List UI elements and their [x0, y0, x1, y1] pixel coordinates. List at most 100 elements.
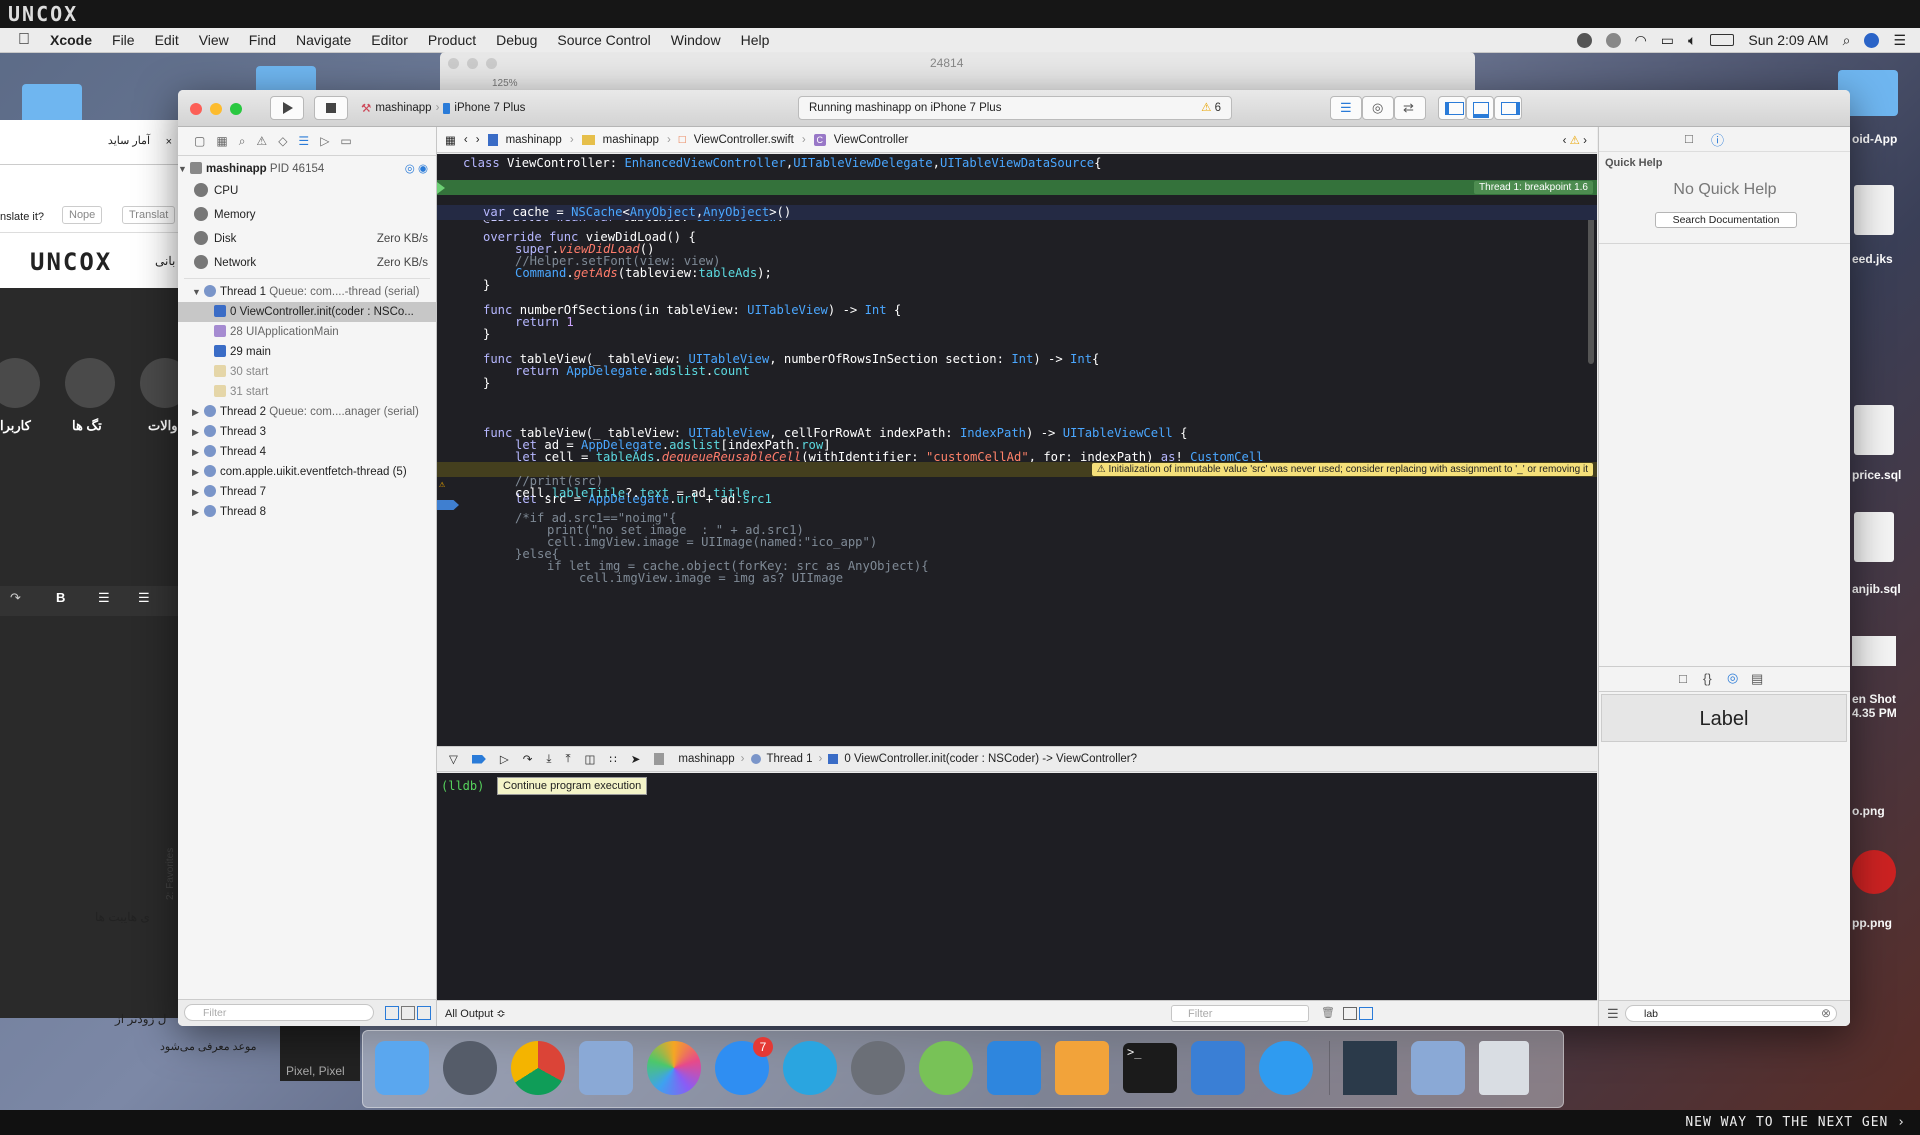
- stack-frame[interactable]: 28 UIApplicationMain: [178, 322, 436, 342]
- previous-issue-icon[interactable]: ‹: [1563, 135, 1567, 147]
- disclosure-closed-icon[interactable]: ▶: [192, 402, 204, 422]
- filter-option-icon[interactable]: [417, 1006, 431, 1020]
- warning-count[interactable]: ⚠ 6: [1201, 97, 1221, 119]
- folder-icon[interactable]: ▢: [194, 134, 205, 148]
- bold-button[interactable]: B: [56, 590, 65, 605]
- thread-row[interactable]: ▶ com.apple.uikit.eventfetch-thread (5): [178, 462, 436, 482]
- breakpoint-icon[interactable]: ▷: [320, 134, 329, 148]
- view-debugger-icon[interactable]: ◫: [585, 752, 596, 766]
- photos-icon[interactable]: [647, 1041, 701, 1095]
- clock[interactable]: Sun 2:09 AM: [1748, 32, 1828, 48]
- scheme-app[interactable]: mashinapp: [375, 102, 431, 114]
- align-center-button[interactable]: ☰: [98, 590, 110, 606]
- symbol-icon[interactable]: ▦: [216, 134, 227, 148]
- report-icon[interactable]: ▭: [340, 134, 351, 148]
- desktop-file-label[interactable]: anjib.sql: [1852, 582, 1901, 596]
- toggle-utilities-button[interactable]: [1494, 96, 1522, 120]
- desktop-file-icon[interactable]: [1854, 512, 1894, 562]
- status-app-icon[interactable]: [1605, 32, 1621, 48]
- volume-icon[interactable]: 🔈︎: [1688, 32, 1696, 49]
- siri-icon[interactable]: [1864, 32, 1880, 48]
- assistant-editor-button[interactable]: ◎: [1362, 96, 1394, 120]
- disclosure-closed-icon[interactable]: ▶: [192, 442, 204, 462]
- memory-graph-icon[interactable]: ∷: [609, 752, 616, 766]
- disclosure-closed-icon[interactable]: ▶: [192, 482, 204, 502]
- desktop-file-label[interactable]: price.sql: [1852, 468, 1901, 482]
- battery-icon[interactable]: [1710, 34, 1735, 46]
- split-view-icon[interactable]: [1343, 1007, 1357, 1020]
- zoom-button[interactable]: [230, 103, 242, 115]
- desktop-file-icon[interactable]: [1852, 636, 1896, 666]
- menu-file[interactable]: File: [102, 32, 145, 48]
- menu-navigate[interactable]: Navigate: [286, 32, 361, 48]
- menu-editor[interactable]: Editor: [361, 32, 418, 48]
- jump-crumb-file[interactable]: ViewController.swift: [694, 134, 794, 146]
- thread-row[interactable]: ▶ Thread 2 Queue: com....anager (serial): [178, 402, 436, 422]
- search-documentation-button[interactable]: Search Documentation: [1655, 212, 1797, 228]
- finder-icon[interactable]: [375, 1041, 429, 1095]
- next-issue-icon[interactable]: ›: [1583, 135, 1587, 147]
- file-inspector-icon[interactable]: □: [1685, 131, 1693, 146]
- menu-edit[interactable]: Edit: [145, 32, 189, 48]
- debug-crumb-app[interactable]: mashinapp: [678, 753, 734, 765]
- gauge-disk[interactable]: Disk Zero KB/s: [178, 227, 436, 251]
- background-window-close[interactable]: [448, 58, 459, 69]
- thread-row[interactable]: ▶ Thread 7: [178, 482, 436, 502]
- hide-debug-area-icon[interactable]: ▽: [449, 752, 458, 766]
- browser-tab-label[interactable]: آمار ساید: [108, 135, 150, 147]
- background-window-zoom[interactable]: [486, 58, 497, 69]
- wifi-icon[interactable]: ◠: [1635, 32, 1647, 49]
- console-filter-input[interactable]: Filter: [1171, 1005, 1309, 1022]
- disclosure-closed-icon[interactable]: ▶: [192, 502, 204, 522]
- menu-help[interactable]: Help: [731, 32, 780, 48]
- menu-product[interactable]: Product: [418, 32, 486, 48]
- trash-icon[interactable]: [1479, 1041, 1529, 1095]
- menu-xcode[interactable]: Xcode: [40, 32, 102, 48]
- thread-row[interactable]: ▶ Thread 8: [178, 502, 436, 522]
- output-selector[interactable]: All Output ≎: [445, 1007, 506, 1020]
- jump-crumb-symbol[interactable]: ViewController: [834, 134, 909, 146]
- pixel-thumbnail[interactable]: Pixel, Pixel: [280, 1026, 360, 1081]
- stack-frame[interactable]: 30 start: [178, 362, 436, 382]
- forward-icon[interactable]: ›: [476, 134, 480, 146]
- toggle-debug-area-button[interactable]: [1466, 96, 1494, 120]
- version-editor-button[interactable]: ⇄: [1394, 96, 1426, 120]
- background-window-minimize[interactable]: [467, 58, 478, 69]
- jump-crumb-project[interactable]: mashinapp: [506, 134, 562, 146]
- disclosure-closed-icon[interactable]: ▶: [192, 462, 204, 482]
- breakpoints-toggle-icon[interactable]: [471, 754, 486, 764]
- site-logo[interactable]: UNCOX: [30, 248, 112, 276]
- debug-crumb-thread[interactable]: Thread 1: [767, 753, 813, 765]
- gauge-memory[interactable]: Memory: [178, 203, 436, 227]
- menu-debug[interactable]: Debug: [486, 32, 547, 48]
- process-row[interactable]: ▼ mashinapp PID 46154 ◎ ◉: [178, 159, 436, 179]
- debug-icon[interactable]: ☰: [298, 134, 309, 148]
- related-items-icon[interactable]: ▦: [445, 133, 456, 147]
- launchpad-icon[interactable]: [443, 1041, 497, 1095]
- filter-option-icon[interactable]: [401, 1006, 415, 1020]
- run-button[interactable]: [270, 96, 304, 120]
- thread-row[interactable]: ▶ Thread 4: [178, 442, 436, 462]
- movie-poster-icon[interactable]: [1343, 1041, 1397, 1095]
- navigator-filter-input[interactable]: Filter: [184, 1004, 374, 1021]
- issue-icon[interactable]: ⚠: [256, 134, 267, 148]
- chrome-icon[interactable]: [511, 1041, 565, 1095]
- jump-crumb-group[interactable]: mashinapp: [603, 134, 659, 146]
- close-button[interactable]: [190, 103, 202, 115]
- test-icon[interactable]: ◇: [278, 134, 287, 148]
- terminal-icon[interactable]: >_: [1123, 1043, 1177, 1093]
- source-editor[interactable]: class ViewController: EnhancedViewContro…: [437, 154, 1597, 746]
- gauge-network[interactable]: Network Zero KB/s: [178, 251, 436, 275]
- split-view-icon[interactable]: [1359, 1007, 1373, 1020]
- desktop-file-icon[interactable]: [1852, 850, 1896, 894]
- android-studio-icon[interactable]: [919, 1041, 973, 1095]
- user-icon[interactable]: [0, 358, 40, 408]
- library-item-label[interactable]: Label: [1601, 694, 1847, 742]
- stop-button[interactable]: [314, 96, 348, 120]
- favorites-tab[interactable]: 2: Favorites: [165, 848, 176, 900]
- standard-editor-button[interactable]: ☰: [1330, 96, 1362, 120]
- desktop-file-icon[interactable]: [1854, 185, 1894, 235]
- xcode-icon[interactable]: [987, 1041, 1041, 1095]
- code-snippet-icon[interactable]: {}: [1703, 671, 1712, 686]
- stack-frame[interactable]: 29 main: [178, 342, 436, 362]
